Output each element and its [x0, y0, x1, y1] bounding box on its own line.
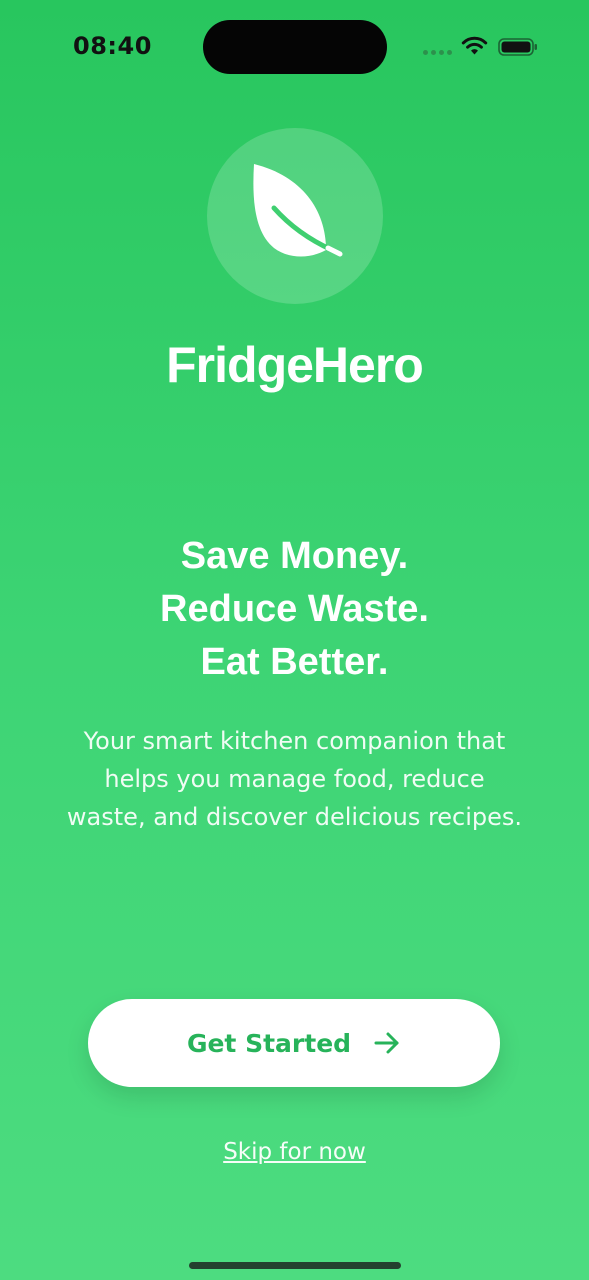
headline-line-3: Eat Better.	[200, 641, 389, 683]
battery-icon	[498, 38, 537, 56]
get-started-label: Get Started	[186, 1028, 352, 1058]
arrow-right-icon	[374, 1032, 399, 1054]
leaf-icon	[253, 164, 343, 257]
skip-for-now-link[interactable]: Skip for now	[0, 1139, 589, 1165]
home-indicator	[189, 1262, 401, 1269]
dynamic-island	[203, 20, 387, 74]
wifi-icon	[461, 36, 488, 55]
get-started-button[interactable]: Get Started	[88, 999, 500, 1087]
headline-line-2: Reduce Waste.	[160, 588, 429, 630]
cellular-signal-icon	[423, 50, 453, 56]
status-time: 08:40	[73, 32, 152, 60]
headline: Save Money. Reduce Waste. Eat Better.	[0, 530, 589, 689]
headline-line-1: Save Money.	[180, 535, 409, 577]
app-description: Your smart kitchen companion that helps …	[66, 727, 523, 831]
status-bar: 08:40	[0, 0, 589, 95]
app-name: FridgeHero	[166, 337, 424, 393]
